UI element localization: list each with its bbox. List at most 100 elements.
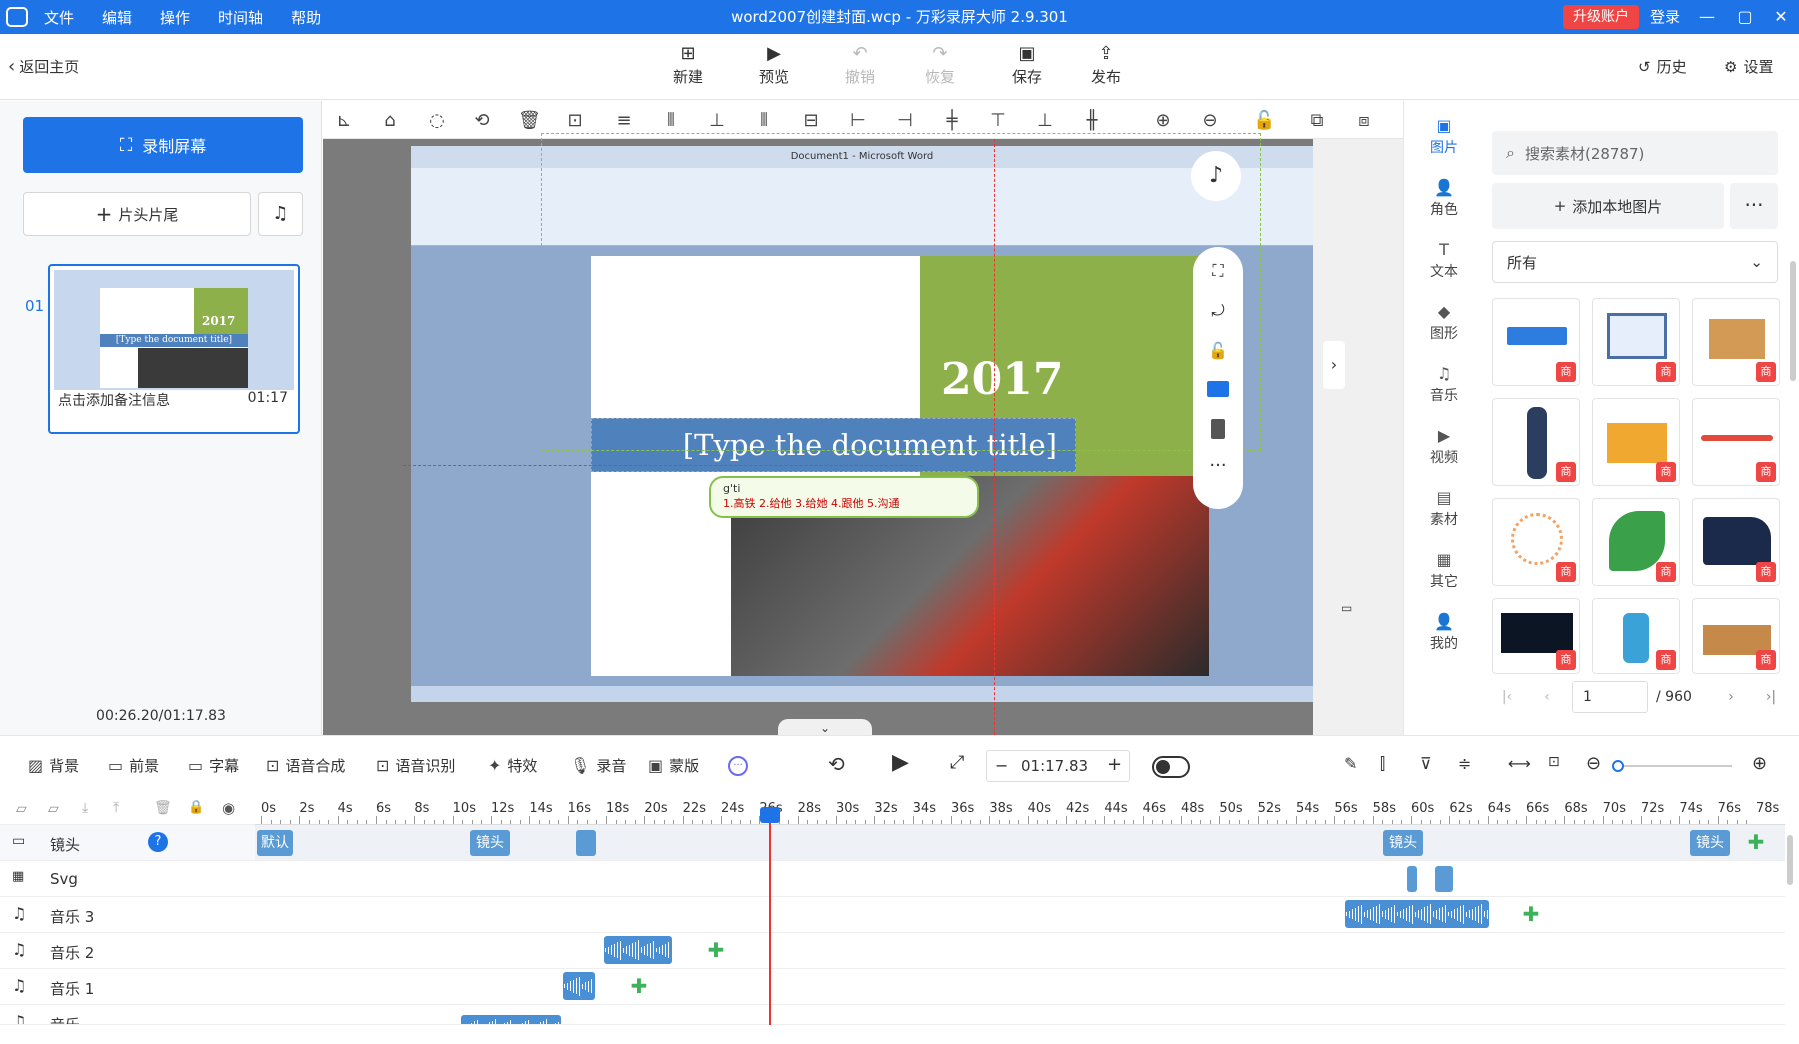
asset-item[interactable]: 商 bbox=[1692, 398, 1780, 486]
category-image[interactable]: ▣ 图片 bbox=[1404, 115, 1484, 157]
ratio-icon[interactable]: ⊡ bbox=[1548, 754, 1560, 770]
scene-thumbnail[interactable]: 2017 [Type the document title] 点击添加备注信息 … bbox=[48, 264, 300, 434]
category-music[interactable]: ♫ 音乐 bbox=[1404, 363, 1484, 405]
align-left-icon[interactable]: ⊢ bbox=[847, 110, 869, 131]
category-text[interactable]: T 文本 bbox=[1404, 239, 1484, 281]
more-dots-icon[interactable]: ··· bbox=[1193, 455, 1243, 476]
delete-icon[interactable]: 🗑 bbox=[154, 800, 172, 816]
toggle-switch[interactable] bbox=[1152, 756, 1190, 778]
effect-button[interactable]: ✦ 特效 bbox=[488, 755, 537, 776]
ruler-icon[interactable]: ⊾ bbox=[333, 110, 355, 131]
screenshot-icon[interactable]: ⛶ bbox=[1193, 261, 1243, 281]
login-button[interactable]: 登录 bbox=[1650, 0, 1680, 34]
replay-icon[interactable]: ⟲ bbox=[828, 752, 845, 776]
track-head-music1[interactable]: ♫ 音乐 1 bbox=[0, 969, 255, 1005]
pager-next[interactable]: › bbox=[1716, 681, 1746, 713]
more-options-button[interactable]: ··· bbox=[1730, 183, 1778, 229]
page-input[interactable]: 1 bbox=[1572, 681, 1648, 713]
move-up-icon[interactable]: ⤒ bbox=[113, 800, 119, 816]
help-icon[interactable]: ? bbox=[148, 832, 168, 852]
camera-clip[interactable] bbox=[576, 830, 596, 856]
align-center-icon[interactable]: ╪ bbox=[941, 110, 963, 131]
maximize-icon[interactable]: ▢ bbox=[1728, 0, 1762, 34]
zoom-in-icon[interactable]: ⊕ bbox=[1752, 753, 1767, 774]
copy-icon[interactable]: ⧉ bbox=[1306, 110, 1328, 131]
rotate-icon[interactable]: ⟲ bbox=[471, 110, 493, 131]
audio-clip[interactable] bbox=[461, 1015, 561, 1024]
distribute-v-icon[interactable]: ⊟ bbox=[800, 110, 822, 131]
redo-button[interactable]: ↷ 恢复 bbox=[910, 42, 970, 87]
fit-width-icon[interactable]: ⟷ bbox=[1508, 754, 1531, 773]
close-icon[interactable]: ✕ bbox=[1764, 0, 1798, 34]
track-head-camera[interactable]: ▭ 镜头? bbox=[0, 825, 255, 861]
history-button[interactable]: ↺ 历史 bbox=[1638, 56, 1687, 77]
align-vcenter-icon[interactable]: ⦀ bbox=[660, 110, 682, 131]
align-right-icon[interactable]: ⊣ bbox=[894, 110, 916, 131]
ime-candidate-window[interactable]: g'ti 1.高铁 2.给他 3.给她 4.跟他 5.沟通 bbox=[709, 476, 979, 518]
category-shape[interactable]: ◆ 图形 bbox=[1404, 301, 1484, 343]
category-mine[interactable]: 👤 我的 bbox=[1404, 611, 1484, 653]
category-material[interactable]: ▤ 素材 bbox=[1404, 487, 1484, 529]
new-button[interactable]: ⊞ 新建 bbox=[658, 42, 718, 87]
back-home-button[interactable]: ‹ 返回主页 bbox=[8, 56, 79, 77]
svg-clip[interactable] bbox=[1407, 866, 1417, 892]
trash-icon[interactable]: 🗑 bbox=[518, 110, 541, 131]
minus-icon[interactable]: − bbox=[995, 756, 1008, 775]
menu-operate[interactable]: 操作 bbox=[160, 7, 190, 28]
zoom-out-icon[interactable]: ⊖ bbox=[1199, 110, 1221, 131]
distribute-h-icon[interactable]: ⫴ bbox=[753, 110, 775, 131]
align-bottom2-icon[interactable]: ⊥ bbox=[1034, 110, 1056, 131]
publish-button[interactable]: ⇪ 发布 bbox=[1076, 42, 1136, 87]
time-ruler[interactable]: 0s2s4s6s8s10s12s14s16s18s20s22s24s26s28s… bbox=[255, 795, 1785, 825]
upgrade-button[interactable]: 升级账户 bbox=[1563, 5, 1639, 29]
asset-item[interactable]: 商 bbox=[1492, 498, 1580, 586]
lock-icon[interactable]: 🔓 bbox=[1253, 110, 1275, 131]
pager-last[interactable]: ›| bbox=[1756, 681, 1786, 713]
timeline-scrollbar[interactable] bbox=[1787, 835, 1793, 885]
center-vertical-icon[interactable]: ╫ bbox=[1081, 110, 1103, 131]
split-icon[interactable]: ⫿ bbox=[1380, 754, 1385, 774]
filter-select[interactable]: 所有 ⌄ bbox=[1492, 241, 1778, 283]
asset-item[interactable]: 商 bbox=[1692, 498, 1780, 586]
focus-icon[interactable]: ⊡ bbox=[564, 110, 586, 131]
plus-icon[interactable]: + bbox=[1107, 754, 1122, 775]
duration-stepper[interactable]: − 01:17.83 + bbox=[986, 750, 1130, 782]
track-head-music[interactable]: ♫ 音乐 bbox=[0, 1005, 255, 1025]
asr-button[interactable]: ⊡ 语音识别 bbox=[376, 755, 455, 776]
asset-search[interactable]: ⌕ 搜索素材(28787) bbox=[1492, 131, 1778, 175]
camera-clip[interactable]: 镜头 bbox=[1383, 830, 1423, 856]
mask-button[interactable]: ▣ 蒙版 bbox=[648, 755, 699, 776]
subtitle-button[interactable]: ▭ 字幕 bbox=[188, 755, 239, 776]
asset-item[interactable]: 商 bbox=[1592, 598, 1680, 674]
camera-default-clip[interactable]: 默认 bbox=[257, 830, 293, 856]
play-icon[interactable]: ▶ bbox=[892, 750, 909, 775]
new-folder-icon[interactable]: ▱ bbox=[48, 801, 59, 817]
asset-scrollbar[interactable] bbox=[1790, 261, 1796, 381]
desktop-icon[interactable] bbox=[1207, 381, 1229, 397]
pager-prev[interactable]: ‹ bbox=[1532, 681, 1562, 713]
add-keyframe-icon[interactable]: ✚ bbox=[628, 975, 650, 997]
camera-clip[interactable]: 镜头 bbox=[470, 830, 510, 856]
zoom-in-icon[interactable]: ⊕ bbox=[1152, 110, 1174, 131]
record-screen-button[interactable]: ⛶ 录制屏幕 bbox=[23, 117, 303, 173]
phone-icon[interactable] bbox=[1211, 419, 1225, 439]
playhead-handle[interactable] bbox=[760, 807, 780, 823]
minimize-icon[interactable]: — bbox=[1690, 0, 1724, 34]
asset-item[interactable]: 商 bbox=[1492, 598, 1580, 674]
category-character[interactable]: 👤 角色 bbox=[1404, 177, 1484, 219]
track-head-music2[interactable]: ♫ 音乐 2 bbox=[0, 933, 255, 969]
save-button[interactable]: ▣ 保存 bbox=[997, 42, 1057, 87]
audio-clip[interactable] bbox=[1345, 900, 1489, 928]
zoom-out-icon[interactable]: ⊖ bbox=[1586, 753, 1601, 774]
add-folder-icon[interactable]: ▱ bbox=[16, 801, 27, 817]
foreground-button[interactable]: ▭ 前景 bbox=[108, 755, 159, 776]
add-keyframe-icon[interactable]: ✚ bbox=[1745, 831, 1767, 853]
edit-icon[interactable]: ✎ bbox=[1344, 754, 1357, 773]
background-button[interactable]: ▨ 背景 bbox=[28, 755, 79, 776]
unlock-icon[interactable]: 🔓 bbox=[1193, 341, 1243, 360]
dots-circle-icon[interactable]: ◌ bbox=[426, 110, 448, 131]
record-audio-button[interactable]: 🎙 录音 bbox=[570, 755, 626, 776]
asset-item[interactable]: 商 bbox=[1492, 298, 1580, 386]
zoom-slider[interactable] bbox=[1612, 760, 1732, 772]
tts-button[interactable]: ⊡ 语音合成 bbox=[266, 755, 345, 776]
